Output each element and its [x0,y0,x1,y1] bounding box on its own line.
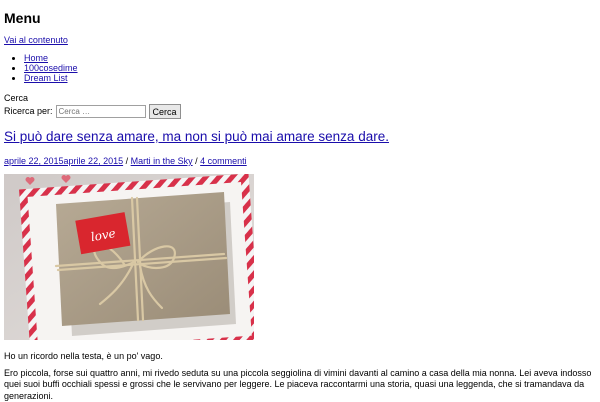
skip-to-content-link[interactable]: Vai al contenuto [4,35,68,46]
nav-link-100cosedime[interactable]: 100cosedime [24,63,78,73]
post-intro: Ho un ricordo nella testa, è un po' vago… [4,351,163,361]
post-title: Si può dare senza amare, ma non si può m… [4,129,389,145]
site-menu-heading: Menu [4,10,41,26]
post-paragraph: Ero piccola, forse sui quattro anni, mi … [4,368,592,401]
nav-item-home: Home [24,53,78,63]
post-date-link[interactable]: aprile 22, 2015aprile 22, 2015 [4,156,123,166]
nav-link-dream-list[interactable]: Dream List [24,73,68,83]
search-button[interactable]: Cerca [148,104,181,119]
nav-link-home[interactable]: Home [24,53,48,63]
main-nav: Home 100cosedime Dream List [4,53,78,83]
meta-separator: / [123,156,131,166]
nav-item-dream-list: Dream List [24,73,78,83]
search-widget-title: Cerca [4,93,29,103]
nav-item-100cosedime: 100cosedime [24,63,78,73]
post-meta: aprile 22, 2015aprile 22, 2015 / Marti i… [4,156,247,167]
post-comments-link[interactable]: 4 commenti [200,156,247,166]
search-label: Ricerca per: [4,106,53,117]
gift-photo: love [4,174,254,340]
search-input[interactable] [55,105,146,118]
post-category-link[interactable]: Marti in the Sky [131,156,193,166]
post-title-link[interactable]: Si può dare senza amare, ma non si può m… [4,129,389,144]
post-featured-image: love [4,174,254,340]
search-form: Ricerca per: Cerca [4,104,181,119]
